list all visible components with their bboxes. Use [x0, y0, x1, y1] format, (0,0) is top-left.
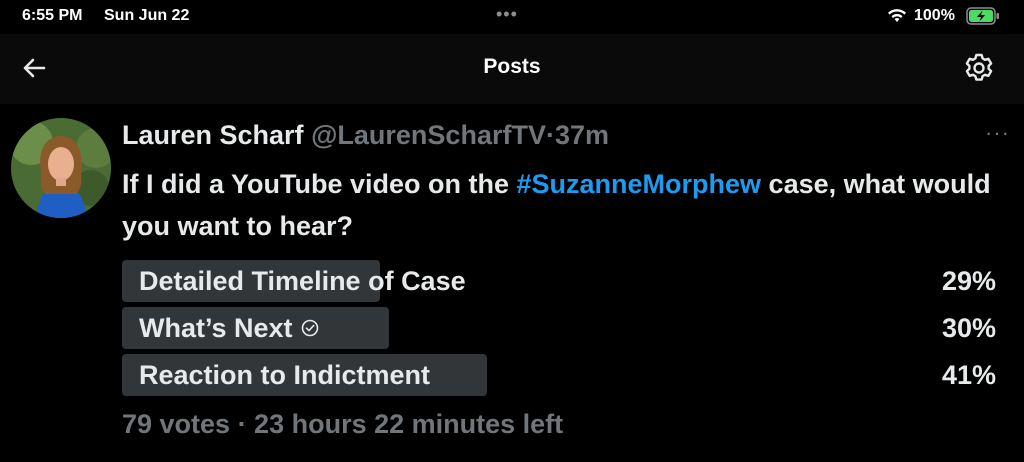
- post-header: Lauren Scharf @LaurenScharfTV·37m: [122, 118, 609, 152]
- poll-option-selected[interactable]: What’s Next 30%: [122, 307, 996, 349]
- more-horizontal-icon: ···: [985, 120, 1010, 145]
- poll-option-percent: 41%: [941, 360, 996, 390]
- page-title: Posts: [483, 55, 541, 78]
- status-time: 6:55 PM: [22, 7, 83, 24]
- poll-option-label: Reaction to Indictment: [139, 360, 431, 390]
- hashtag-link[interactable]: #SuzanneMorphew: [517, 169, 762, 199]
- author-name[interactable]: Lauren Scharf: [122, 120, 304, 150]
- battery-charging-icon: [966, 7, 1000, 30]
- poll-option-label: What’s Next: [139, 312, 319, 344]
- author-handle[interactable]: @LaurenScharfTV: [311, 120, 546, 150]
- poll-option-percent: 29%: [941, 266, 996, 296]
- check-circle-icon: [301, 312, 319, 344]
- more-options-button[interactable]: ···: [985, 120, 1010, 146]
- gear-icon: [965, 53, 993, 81]
- poll-option-label-text: What’s Next: [139, 313, 293, 343]
- poll-option[interactable]: Reaction to Indictment 41%: [122, 354, 996, 396]
- separator-dot: ·: [545, 120, 555, 150]
- post-text-before: If I did a YouTube video on the: [122, 169, 517, 199]
- poll-option-percent: 30%: [941, 313, 996, 343]
- status-bar: 6:55 PM Sun Jun 22 ••• 100%: [0, 0, 1024, 34]
- multitasking-dots-icon[interactable]: •••: [496, 4, 518, 25]
- avatar[interactable]: [11, 118, 111, 218]
- nav-bar: Posts: [0, 34, 1024, 104]
- profile-photo: [11, 118, 111, 218]
- post-text: If I did a YouTube video on the #Suzanne…: [122, 163, 1002, 247]
- post-time[interactable]: 37m: [555, 120, 609, 150]
- poll-footer: 79 votes · 23 hours 22 minutes left: [122, 409, 564, 439]
- poll-option-label: Detailed Timeline of Case: [139, 266, 466, 296]
- status-date: Sun Jun 22: [104, 7, 190, 24]
- battery-percent: 100%: [914, 7, 955, 24]
- poll-option[interactable]: Detailed Timeline of Case 29%: [122, 260, 996, 302]
- wifi-icon: [887, 8, 907, 29]
- settings-button[interactable]: [962, 51, 996, 85]
